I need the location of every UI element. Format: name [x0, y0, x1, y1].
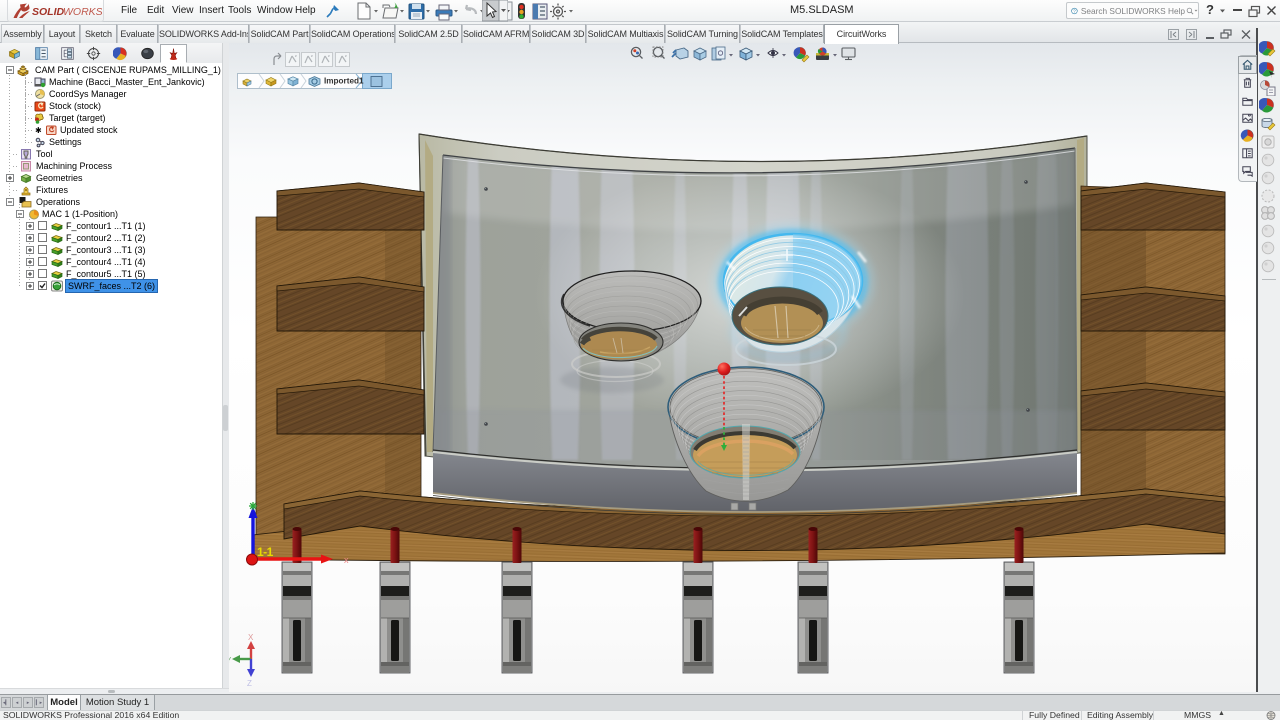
svg-text:Z: Z: [247, 679, 252, 688]
svg-text:Imported1: Imported1: [324, 77, 364, 86]
svg-text:1-1: 1-1: [257, 545, 274, 559]
svg-text:?: ?: [1073, 8, 1076, 13]
svg-text:WORKS: WORKS: [63, 6, 102, 18]
svg-text:X: X: [248, 633, 254, 642]
svg-text:x: x: [344, 555, 349, 565]
svg-text:SOLID: SOLID: [32, 6, 65, 18]
